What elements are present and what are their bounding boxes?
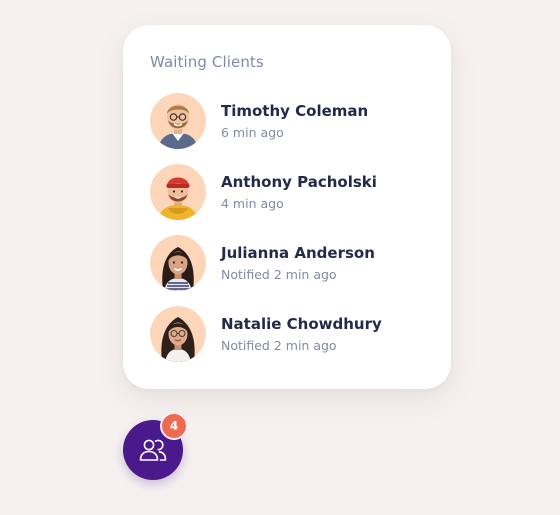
client-status: 6 min ago — [221, 125, 284, 140]
client-item-julianna-anderson[interactable]: Julianna Anderson Notified 2 min ago — [150, 235, 430, 291]
man-with-glasses-avatar — [150, 93, 206, 149]
client-name: Julianna Anderson — [221, 244, 375, 262]
client-status: Notified 2 min ago — [221, 338, 337, 353]
client-status: 4 min ago — [221, 196, 284, 211]
users-icon — [139, 439, 167, 461]
woman-with-glasses-avatar — [150, 306, 206, 362]
client-item-timothy-coleman[interactable]: Timothy Coleman 6 min ago — [150, 93, 430, 149]
waiting-clients-panel: Waiting Clients Timothy Coleman 6 min ag… — [123, 25, 451, 389]
man-with-red-beanie-avatar — [150, 164, 206, 220]
client-status: Notified 2 min ago — [221, 267, 337, 282]
client-item-natalie-chowdhury[interactable]: Natalie Chowdhury Notified 2 min ago — [150, 306, 430, 362]
woman-with-dark-hair-avatar — [150, 235, 206, 291]
client-name: Anthony Pacholski — [221, 173, 377, 191]
notification-count-badge: 4 — [160, 412, 188, 440]
client-item-anthony-pacholski[interactable]: Anthony Pacholski 4 min ago — [150, 164, 430, 220]
client-name: Timothy Coleman — [221, 102, 369, 120]
client-name: Natalie Chowdhury — [221, 315, 382, 333]
panel-title: Waiting Clients — [150, 53, 264, 71]
